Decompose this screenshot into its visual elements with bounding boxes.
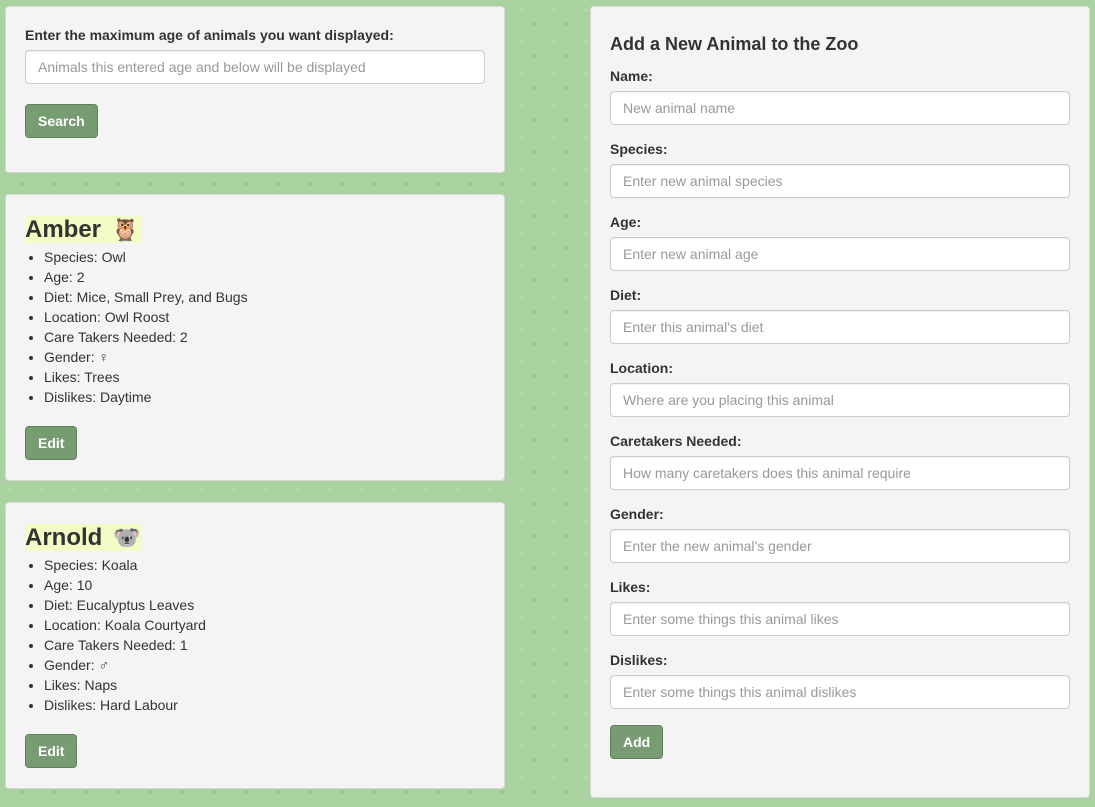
animal-name: Amber 🦉 [25,215,485,245]
animal-name-highlight: Arnold 🐨 [25,524,143,551]
gender-field[interactable] [610,529,1070,563]
list-item: Likes: Naps [44,675,485,695]
diet-field[interactable] [610,310,1070,344]
search-panel: Enter the maximum age of animals you wan… [5,6,505,173]
caretakers-label: Caretakers Needed: [610,433,742,449]
add-button[interactable]: Add [610,725,664,759]
gender-label: Gender: [610,506,664,522]
form-group-location: Location: [610,360,1070,417]
location-field[interactable] [610,383,1070,417]
edit-button-amber[interactable]: Edit [25,426,78,460]
list-item: Dislikes: Daytime [44,387,485,407]
form-group-diet: Diet: [610,287,1070,344]
species-field[interactable] [610,164,1070,198]
add-animal-form: Add a New Animal to the Zoo Name: Specie… [590,6,1090,798]
max-age-input[interactable] [25,50,485,84]
animal-name-highlight: Amber 🦉 [25,216,142,243]
list-item: Age: 10 [44,575,485,595]
dislikes-label: Dislikes: [610,652,668,668]
caretakers-field[interactable] [610,456,1070,490]
list-item: Gender: ♂ [44,655,485,675]
animal-name-text: Amber [25,216,102,243]
form-group-gender: Gender: [610,506,1070,563]
list-item: Likes: Trees [44,367,485,387]
list-item: Species: Owl [44,247,485,267]
list-item: Species: Koala [44,555,485,575]
form-group-name: Name: [610,68,1070,125]
list-item: Gender: ♀ [44,347,485,367]
list-item: Location: Owl Roost [44,307,485,327]
form-group-species: Species: [610,141,1070,198]
list-item: Care Takers Needed: 2 [44,327,485,347]
animal-details-list: Species: Koala Age: 10 Diet: Eucalyptus … [25,555,485,715]
list-item: Care Takers Needed: 1 [44,635,485,655]
likes-field[interactable] [610,602,1070,636]
diet-label: Diet: [610,287,642,303]
form-group-likes: Likes: [610,579,1070,636]
edit-button-arnold[interactable]: Edit [25,734,78,768]
list-item: Diet: Eucalyptus Leaves [44,595,485,615]
search-button[interactable]: Search [25,104,98,138]
form-group-dislikes: Dislikes: [610,652,1070,709]
animal-card-arnold: Arnold 🐨 Species: Koala Age: 10 Diet: Eu… [5,502,505,789]
form-title: Add a New Animal to the Zoo [610,34,859,54]
owl-icon: 🦉 [111,217,140,242]
name-field[interactable] [610,91,1070,125]
animal-card-amber: Amber 🦉 Species: Owl Age: 2 Diet: Mice, … [5,194,505,481]
animal-details-list: Species: Owl Age: 2 Diet: Mice, Small Pr… [25,247,485,407]
animal-name: Arnold 🐨 [25,523,485,553]
name-label: Name: [610,68,653,84]
form-group-age: Age: [610,214,1070,271]
dislikes-field[interactable] [610,675,1070,709]
species-label: Species: [610,141,668,157]
animal-name-text: Arnold [25,524,103,551]
location-label: Location: [610,360,673,376]
likes-label: Likes: [610,579,651,595]
form-group-caretakers: Caretakers Needed: [610,433,1070,490]
age-field[interactable] [610,237,1070,271]
search-label: Enter the maximum age of animals you wan… [25,27,394,43]
age-label: Age: [610,214,642,230]
koala-icon: 🐨 [113,525,141,550]
list-item: Location: Koala Courtyard [44,615,485,635]
list-item: Age: 2 [44,267,485,287]
list-item: Diet: Mice, Small Prey, and Bugs [44,287,485,307]
list-item: Dislikes: Hard Labour [44,695,485,715]
